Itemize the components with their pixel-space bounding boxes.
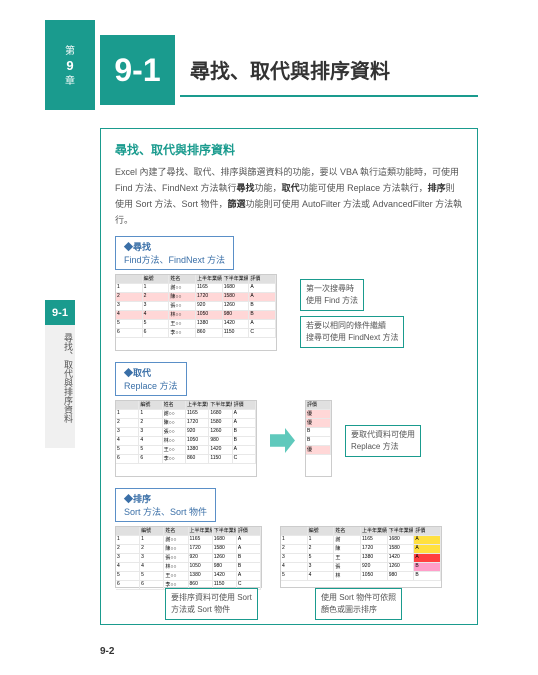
sort-sheet-1: 編號姓名上半年業績 (萬)下半年業績 (萬)評價11謝○○11651680A22… <box>115 526 262 588</box>
find-callout-2: 若要以相同的條件繼續 搜尋可使用 FindNext 方法 <box>300 316 404 348</box>
find-label: ◆尋找 Find方法、FindNext 方法 <box>115 236 234 270</box>
find-callout-1: 第一次搜尋時 使用 Find 方法 <box>300 279 364 311</box>
box-title: 尋找、取代與排序資料 <box>115 141 463 158</box>
replace-label: ◆取代 Replace 方法 <box>115 362 187 396</box>
chapter-suffix: 章 <box>65 76 75 87</box>
replace-diagram: 編號姓名上半年業績 (萬)下半年業績 (萬)評價11謝○○11651680A22… <box>115 400 463 480</box>
find-sheet: 編號姓名上半年業績 (萬)下半年業績 (萬)評價 11謝○○11651680A2… <box>115 274 277 351</box>
title-underline <box>180 95 478 97</box>
side-tab: 9-1 尋找、取代與排序資料 <box>45 300 75 448</box>
chapter-num: 9 <box>66 58 73 73</box>
replace-sheet-2: 評價 優 優 B B 優 <box>305 400 332 477</box>
sort-callout-2: 使用 Sort 物件可依照 顏色或圖示排序 <box>315 588 402 620</box>
section-num: 9-1 <box>114 52 160 89</box>
sort-sheet-2: 編號姓名上半年業績 (萬)下半年業績 (萬)評價 11謝11651680A 22… <box>280 526 442 588</box>
sort-callout-1: 要排序資料可使用 Sort 方法或 Sort 物件 <box>165 588 258 620</box>
intro-text: Excel 內建了尋找、取代、排序與篩選資料的功能，要以 VBA 執行這類功能時… <box>115 164 463 228</box>
sort-diagram: 編號姓名上半年業績 (萬)下半年業績 (萬)評價11謝○○11651680A22… <box>115 526 463 616</box>
replace-callout: 要取代資料可使用 Replace 方法 <box>345 425 421 457</box>
page-number: 9-2 <box>100 646 114 657</box>
section-title: 尋找、取代與排序資料 <box>190 55 390 84</box>
replace-sheet-1: 編號姓名上半年業績 (萬)下半年業績 (萬)評價11謝○○11651680A22… <box>115 400 257 477</box>
chapter-prefix: 第 <box>65 46 75 57</box>
chapter-tag: 第 9 章 <box>45 20 95 110</box>
side-tab-text: 尋找、取代與排序資料 <box>45 325 75 448</box>
side-tab-num: 9-1 <box>45 300 75 325</box>
section-number-box: 9-1 <box>100 35 175 105</box>
content-box: 尋找、取代與排序資料 Excel 內建了尋找、取代、排序與篩選資料的功能，要以 … <box>100 128 478 625</box>
sheet-header-row: 編號姓名上半年業績 (萬)下半年業績 (萬)評價 <box>116 275 276 284</box>
sort-label: ◆排序 Sort 方法、Sort 物件 <box>115 488 216 522</box>
arrow-icon <box>270 428 295 453</box>
find-diagram: 編號姓名上半年業績 (萬)下半年業績 (萬)評價 11謝○○11651680A2… <box>115 274 463 354</box>
